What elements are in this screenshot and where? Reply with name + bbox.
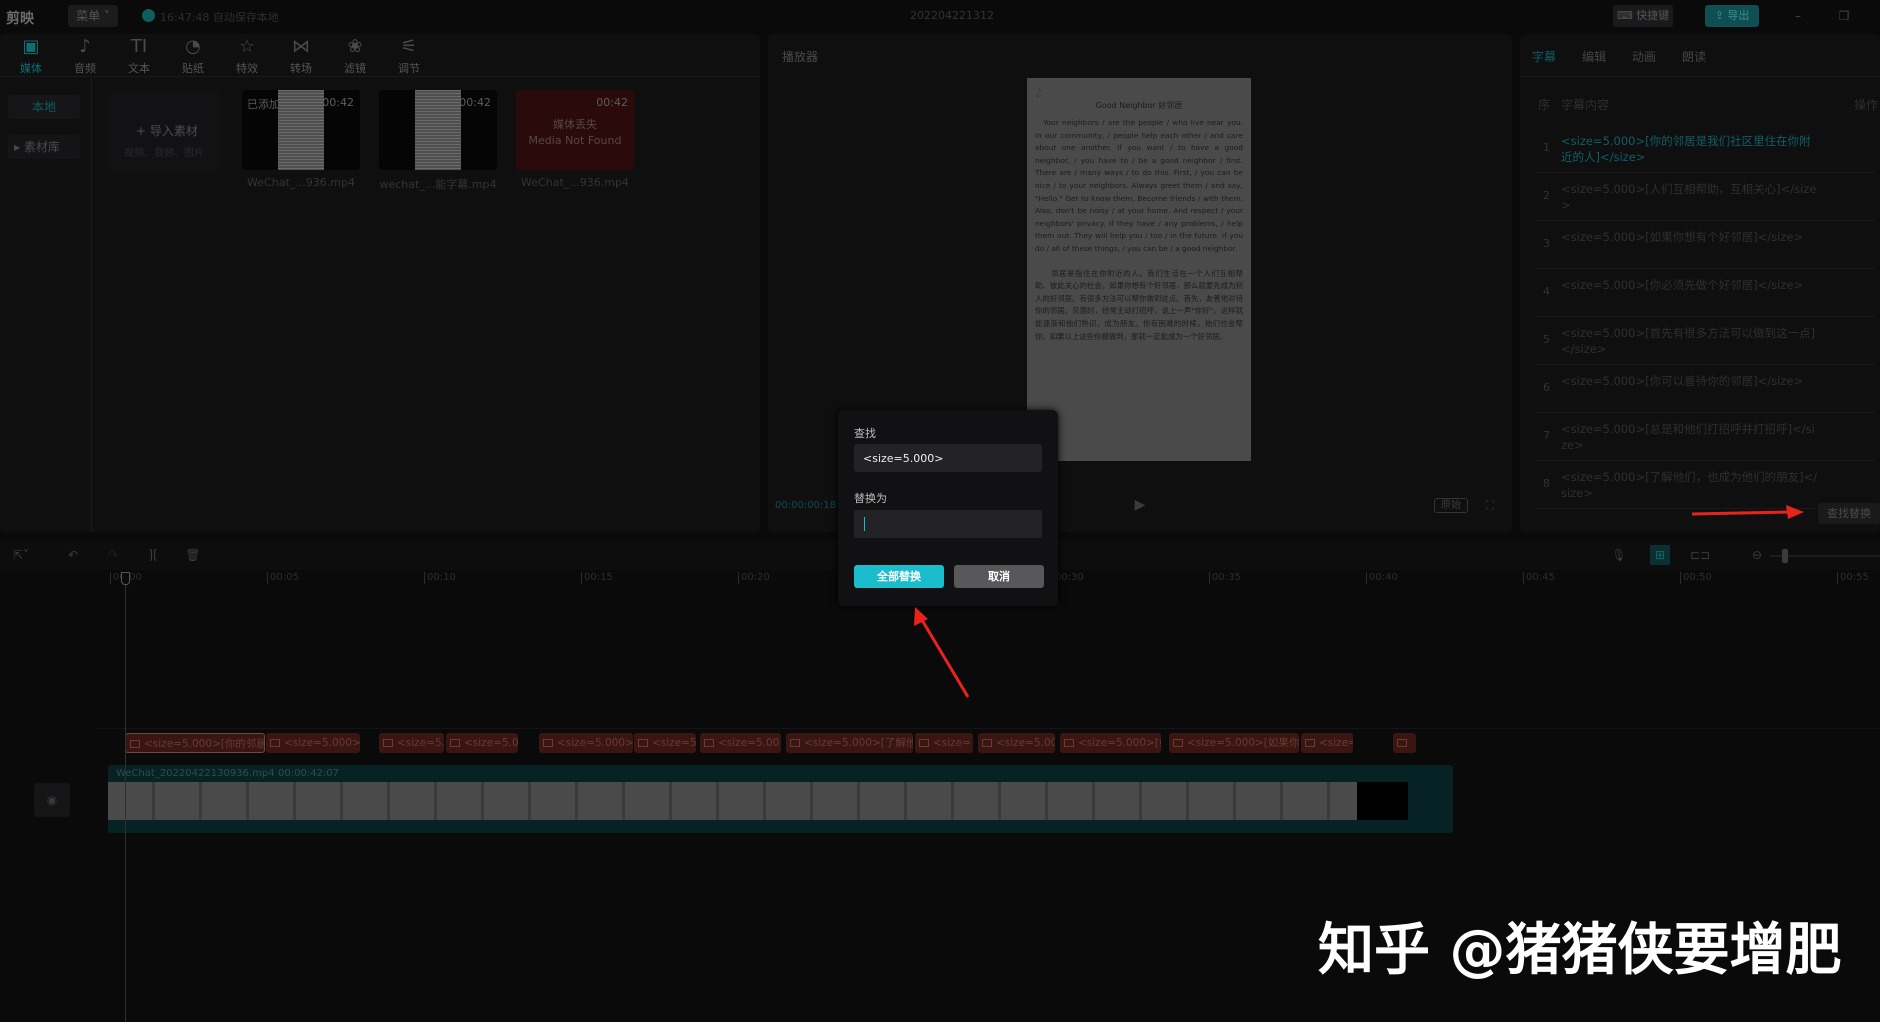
annotation-arrows [914,505,1804,698]
arrow-to-replace-all [914,607,970,698]
watermark: 知乎 @猪猪侠要增肥 [1318,918,1842,983]
arrow-to-find-replace [1691,505,1804,519]
